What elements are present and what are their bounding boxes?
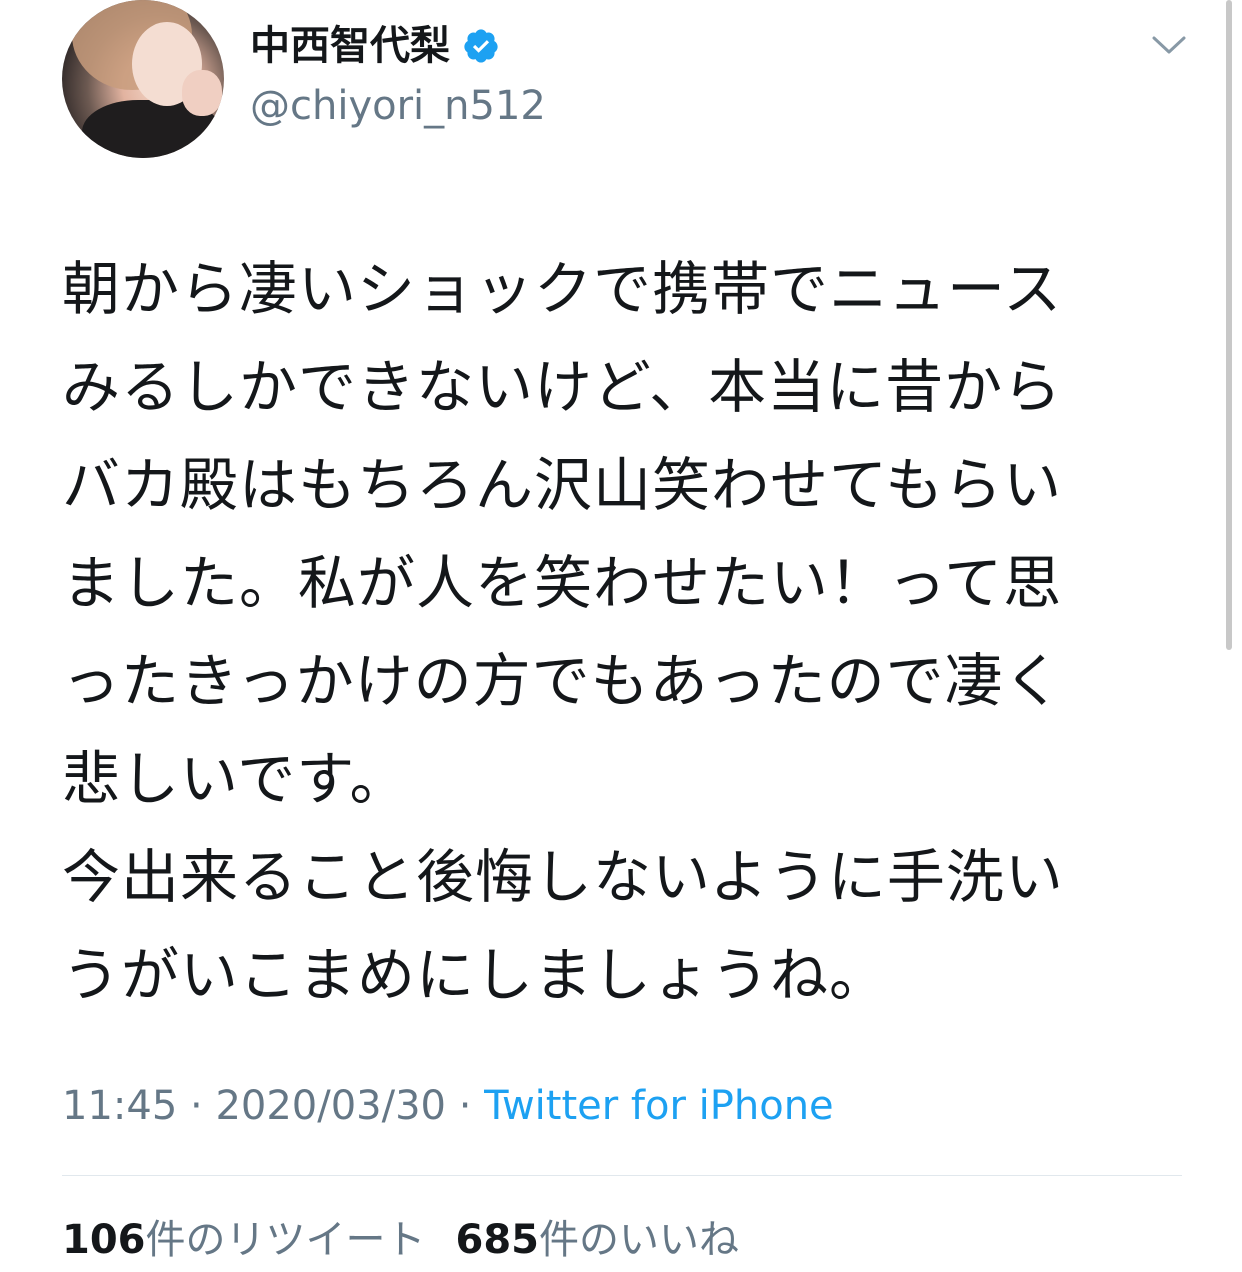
- retweets-count: 106: [62, 1217, 146, 1263]
- user-handle[interactable]: @chiyori_n512: [250, 80, 546, 132]
- tweet-date[interactable]: 2020/03/30: [215, 1083, 446, 1129]
- tweet-text: 朝から凄いショックで携帯でニュース みるしかできないけど、本当に昔から バカ殿は…: [62, 240, 1202, 1024]
- display-name-text[interactable]: 中西智代梨: [250, 20, 450, 72]
- tweet-line: 朝から凄いショックで携帯でニュース: [62, 255, 1063, 323]
- likes-stat[interactable]: 685件のいいね: [456, 1217, 740, 1263]
- tweet-line: ました。私が人を笑わせたい！って思: [62, 549, 1063, 617]
- retweets-label: 件のリツイート: [145, 1217, 426, 1263]
- tweet-time[interactable]: 11:45: [62, 1083, 177, 1129]
- retweets-stat[interactable]: 106件のリツイート: [62, 1217, 426, 1263]
- chevron-down-icon[interactable]: [1146, 28, 1192, 62]
- tweet-line: 今出来ること後悔しないように手洗い: [62, 843, 1064, 911]
- tweet-line: バカ殿はもちろん沢山笑わせてもらい: [62, 451, 1063, 519]
- avatar[interactable]: [62, 0, 224, 158]
- tweet-line: 悲しいです。: [62, 745, 409, 813]
- meta-separator: ·: [177, 1083, 216, 1129]
- tweet-source-link[interactable]: Twitter for iPhone: [484, 1083, 834, 1129]
- tweet-line: ったきっかけの方でもあったので凄く: [62, 647, 1063, 715]
- likes-label: 件のいいね: [539, 1217, 739, 1263]
- divider: [62, 1175, 1182, 1176]
- tweet-line: みるしかできないけど、本当に昔から: [62, 353, 1063, 421]
- scrollbar[interactable]: [1226, 0, 1232, 650]
- meta-separator: ·: [445, 1083, 485, 1129]
- user-display-name[interactable]: 中西智代梨: [250, 20, 500, 72]
- tweet-line: うがいこまめにしましょうね。: [62, 941, 889, 1009]
- tweet-stats: 106件のリツイート 685件のいいね: [62, 1214, 739, 1266]
- likes-count: 685: [455, 1217, 540, 1263]
- avatar-hand: [182, 70, 222, 116]
- tweet-meta: 11:45 · 2020/03/30 · Twitter for iPhone: [62, 1080, 834, 1132]
- verified-badge-icon: [464, 29, 498, 63]
